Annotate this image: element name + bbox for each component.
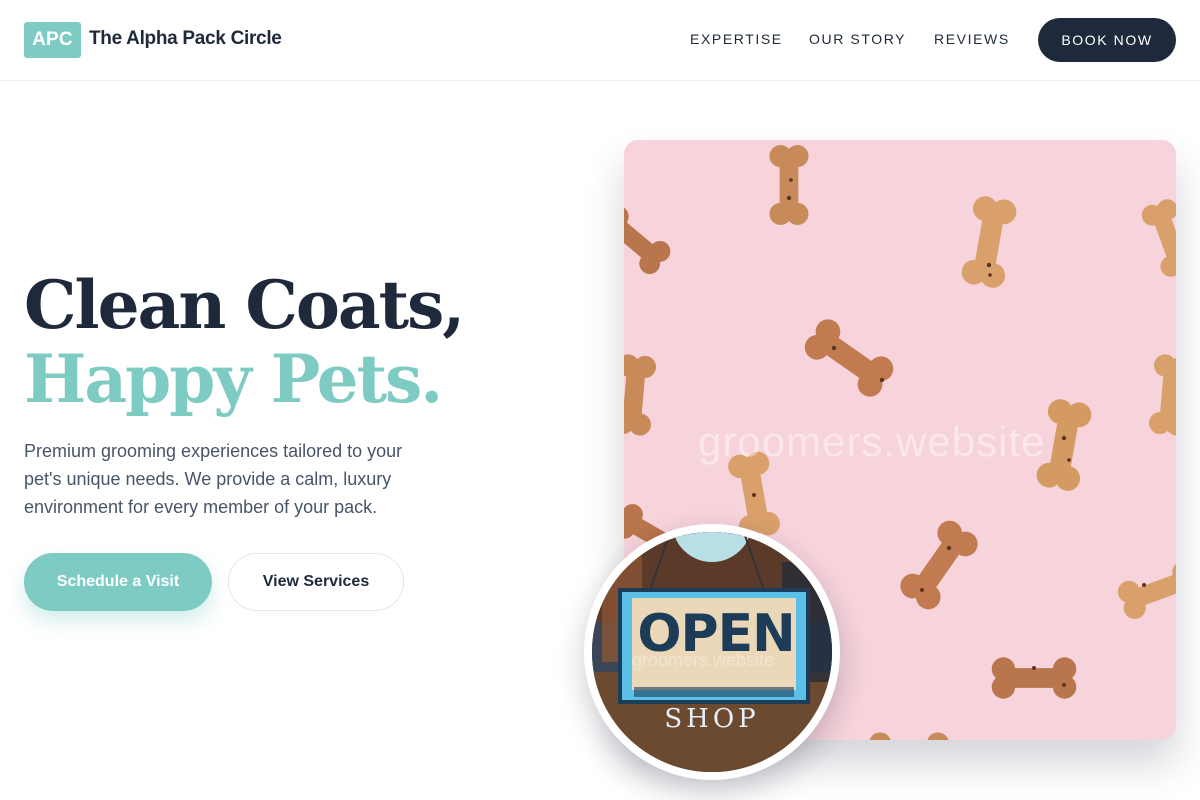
hero-headline-line1: Clean Coats, xyxy=(24,266,465,344)
badge-watermark: groomers.website xyxy=(632,650,775,670)
open-shop-photo: OPEN SHOP groomers.website xyxy=(592,532,832,772)
top-navbar: APC The Alpha Pack Circle EXPERTISE OUR … xyxy=(0,0,1200,81)
hero-headline: Clean Coats, Happy Pets. xyxy=(24,266,465,418)
schedule-visit-button[interactable]: Schedule a Visit xyxy=(24,553,212,611)
nav-link-reviews[interactable]: REVIEWS xyxy=(934,31,1010,47)
open-shop-photo-badge: OPEN SHOP groomers.website xyxy=(584,524,840,780)
image-watermark: groomers.website xyxy=(698,418,1046,465)
book-now-button[interactable]: BOOK NOW xyxy=(1038,18,1176,62)
nav-link-expertise[interactable]: EXPERTISE xyxy=(690,31,783,47)
view-services-button[interactable]: View Services xyxy=(228,553,404,611)
brand-logo-badge[interactable]: APC xyxy=(24,22,81,58)
nav-link-our-story[interactable]: OUR STORY xyxy=(809,31,906,47)
hero-headline-line2: Happy Pets. xyxy=(24,340,443,418)
brand-name[interactable]: The Alpha Pack Circle xyxy=(89,28,282,50)
hero-description: Premium grooming experiences tailored to… xyxy=(24,441,403,517)
shop-sign-word: SHOP xyxy=(664,704,760,734)
